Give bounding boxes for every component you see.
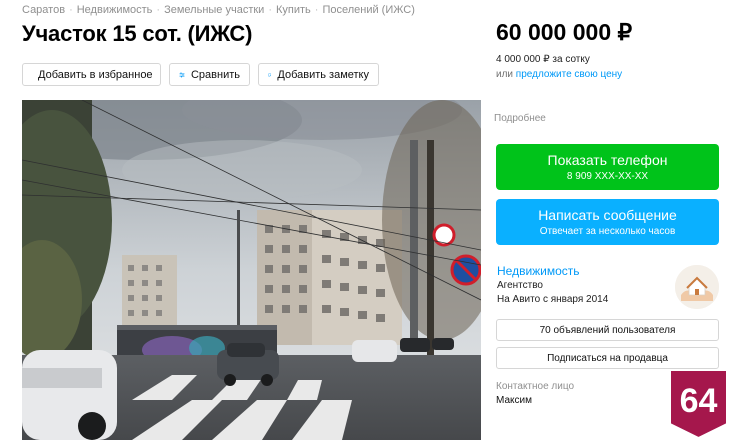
breadcrumb-item[interactable]: Земельные участки: [164, 4, 264, 16]
details-link[interactable]: Подробнее: [494, 113, 546, 124]
show-phone-label: Показать телефон: [547, 152, 668, 168]
contact-person-name: Максим: [496, 395, 532, 406]
price-value: 60 000 000 ₽: [496, 19, 633, 45]
item-actions: Добавить в избранное Сравнить Добавить з…: [22, 63, 379, 86]
breadcrumb-item[interactable]: Поселений (ИЖС): [322, 4, 414, 16]
breadcrumb-item[interactable]: Недвижимость: [77, 4, 153, 16]
seller-name-link[interactable]: Недвижимость: [497, 264, 580, 278]
add-favorite-label: Добавить в избранное: [38, 68, 153, 81]
note-icon: [268, 73, 271, 76]
suggest-prefix: или: [496, 69, 514, 80]
breadcrumb-item[interactable]: Купить: [276, 4, 311, 16]
add-note-label: Добавить заметку: [277, 68, 369, 81]
seller-ads-button[interactable]: 70 объявлений пользователя: [496, 319, 719, 341]
subscribe-seller-button[interactable]: Подписаться на продавца: [496, 347, 719, 369]
suggest-price-row: или предложите свою цену: [496, 69, 622, 80]
response-time: Отвечает за несколько часов: [539, 226, 676, 237]
contact-person-label: Контактное лицо: [496, 381, 575, 392]
compare-icon: [179, 72, 185, 77]
street-photo-image: [22, 100, 481, 440]
show-phone-button[interactable]: Показать телефон 8 909 XXX-XX-XX: [496, 144, 719, 190]
breadcrumb-item[interactable]: Саратов: [22, 4, 65, 16]
suggest-price-link[interactable]: предложите свою цену: [516, 69, 622, 80]
region-badge: 64: [668, 368, 729, 440]
listing-photo[interactable]: [22, 100, 481, 440]
phone-number: 8 909 XXX-XX-XX: [566, 171, 649, 182]
write-message-label: Написать сообщение: [538, 207, 677, 223]
price-per-unit: 4 000 000 ₽ за сотку: [496, 54, 590, 65]
compare-button[interactable]: Сравнить: [169, 63, 250, 86]
add-favorite-button[interactable]: Добавить в избранное: [22, 63, 161, 86]
region-badge-number: 64: [680, 382, 718, 420]
page-title: Участок 15 сот. (ИЖС): [22, 21, 253, 46]
seller-since: На Авито с января 2014: [497, 294, 609, 305]
house-hands-image: [675, 265, 719, 309]
breadcrumb: Саратов · Недвижимость · Земельные участки · К…: [22, 4, 415, 16]
compare-label: Сравнить: [190, 68, 240, 81]
add-note-button[interactable]: Добавить заметку: [258, 63, 379, 86]
avatar[interactable]: [675, 265, 719, 309]
write-message-button[interactable]: Написать сообщение Отвечает за несколько…: [496, 199, 719, 245]
seller-type: Агентство: [497, 280, 543, 291]
